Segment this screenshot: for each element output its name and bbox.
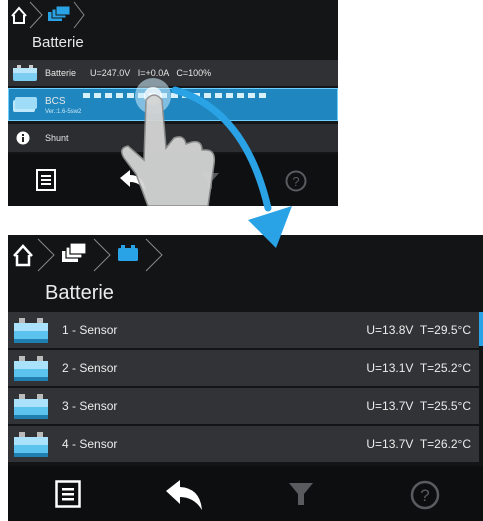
help-icon[interactable]: ? bbox=[283, 168, 309, 194]
page-title: Batterie bbox=[45, 282, 114, 304]
sensor-row-2[interactable]: 2 - Sensor U=13.1V T=25.2°C bbox=[8, 350, 479, 386]
list-icon[interactable] bbox=[52, 478, 84, 510]
list-item-version: Ver.:1.6-5sw2 bbox=[45, 109, 82, 115]
filter-icon[interactable] bbox=[286, 479, 316, 509]
sensor-label: 1 - Sensor bbox=[62, 323, 118, 337]
list-item-label: Shunt bbox=[45, 133, 69, 143]
batteries-icon[interactable] bbox=[62, 238, 111, 272]
battery-icon bbox=[14, 432, 48, 457]
battery-icon[interactable] bbox=[118, 238, 163, 272]
sensor-row-3[interactable]: 3 - Sensor U=13.7V T=25.5°C bbox=[8, 388, 479, 424]
screen-small: Batterie Batterie U=247.0V I=+0.0A C=100… bbox=[8, 0, 338, 206]
page-title: Batterie bbox=[32, 34, 84, 51]
sensor-label: 3 - Sensor bbox=[62, 399, 118, 413]
list-item-values: U=247.0V I=+0.0A C=100% bbox=[90, 68, 212, 78]
batteries-icon[interactable] bbox=[48, 1, 85, 29]
home-icon[interactable] bbox=[13, 238, 55, 272]
sensor-values: U=13.7V T=25.5°C bbox=[366, 399, 471, 413]
footer-toolbar: ? bbox=[8, 466, 483, 521]
list-icon[interactable] bbox=[32, 166, 60, 194]
sensor-values: U=13.1V T=25.2°C bbox=[366, 361, 471, 375]
battery-icon bbox=[13, 65, 37, 81]
screen-large: Batterie 1 - Sensor U=13.8V T=29.5°C 2 -… bbox=[8, 235, 483, 521]
battery-icon bbox=[14, 356, 48, 381]
sensor-label: 2 - Sensor bbox=[62, 361, 118, 375]
breadcrumb bbox=[13, 238, 163, 272]
sensor-values: U=13.7V T=26.2°C bbox=[366, 437, 471, 451]
info-icon bbox=[16, 131, 30, 145]
help-icon[interactable]: ? bbox=[408, 478, 442, 512]
sensor-values: U=13.8V T=29.5°C bbox=[366, 323, 471, 337]
scrollbar[interactable] bbox=[479, 312, 483, 346]
back-arrow-icon[interactable] bbox=[162, 476, 206, 514]
list-item-label: Batterie bbox=[45, 68, 77, 78]
hand-gesture-icon bbox=[121, 78, 216, 206]
battery-stack-icon bbox=[13, 97, 37, 112]
sensor-row-1[interactable]: 1 - Sensor U=13.8V T=29.5°C bbox=[8, 312, 479, 348]
svg-text:?: ? bbox=[292, 174, 299, 189]
battery-icon bbox=[14, 394, 48, 419]
sensor-label: 4 - Sensor bbox=[62, 437, 118, 451]
list-item-label: BCS bbox=[45, 96, 66, 107]
svg-text:?: ? bbox=[420, 486, 429, 505]
battery-icon bbox=[14, 318, 48, 343]
home-icon[interactable] bbox=[11, 1, 43, 29]
sensor-row-4[interactable]: 4 - Sensor U=13.7V T=26.2°C bbox=[8, 426, 479, 462]
breadcrumb bbox=[11, 1, 85, 29]
